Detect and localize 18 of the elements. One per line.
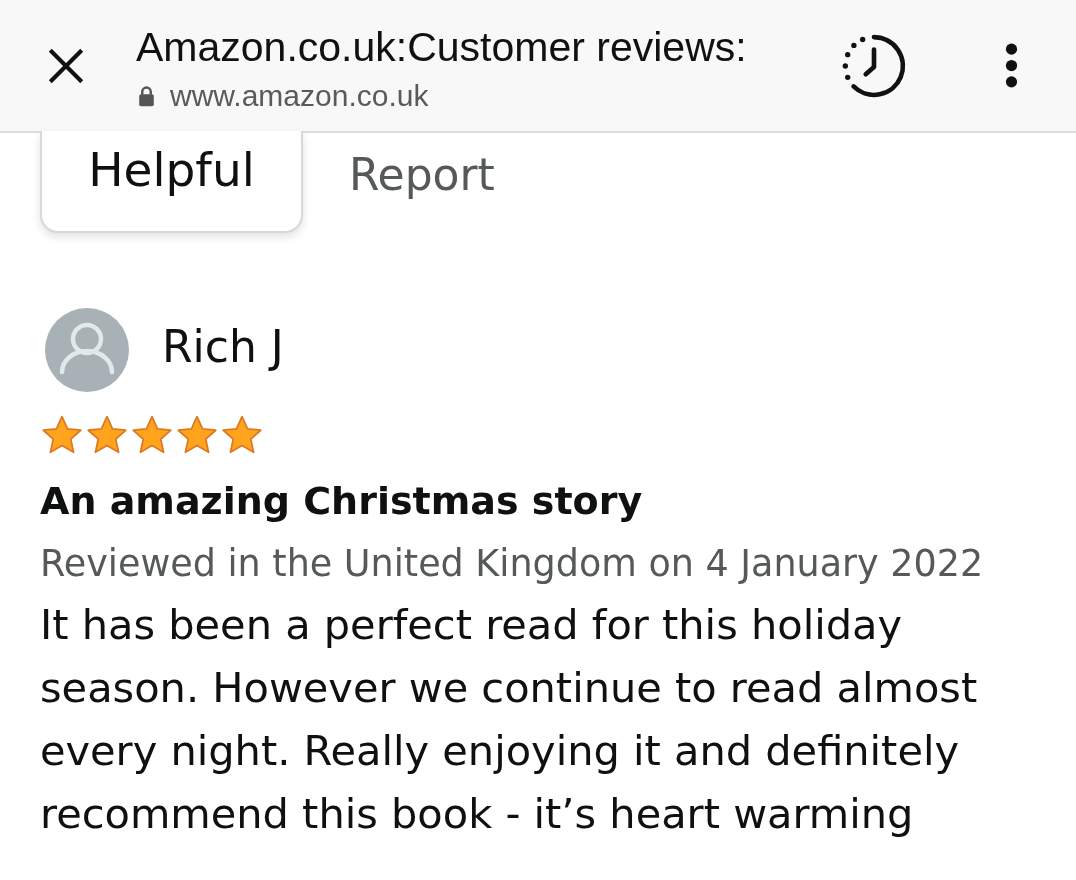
review-date: Reviewed in the United Kingdom on 4 January 2022 <box>40 541 985 587</box>
more-options-icon[interactable] <box>1005 43 1018 88</box>
review-title: An amazing Christmas story <box>40 478 644 525</box>
page-title: Amazon.co.uk:Customer reviews: <box>136 24 748 70</box>
star-icon <box>175 414 219 455</box>
close-icon[interactable] <box>47 46 85 85</box>
reviewer-name: Rich J <box>162 322 284 372</box>
page-url: www.amazon.co.uk <box>170 78 429 114</box>
star-icon <box>85 414 129 455</box>
star-icon <box>220 414 264 455</box>
star-icon <box>130 414 174 455</box>
clock-icon[interactable] <box>841 32 907 99</box>
star-icon <box>40 414 84 455</box>
avatar-icon <box>45 308 129 392</box>
lock-icon <box>138 85 155 107</box>
report-link[interactable]: Report <box>349 149 495 201</box>
helpful-button[interactable]: Helpful <box>40 131 303 233</box>
review-text: It has been a perfect read for this holiday season. However we continue to read almost every night. Really enjoying it and definitely recommend this book - it’s heart warming <box>40 599 979 840</box>
